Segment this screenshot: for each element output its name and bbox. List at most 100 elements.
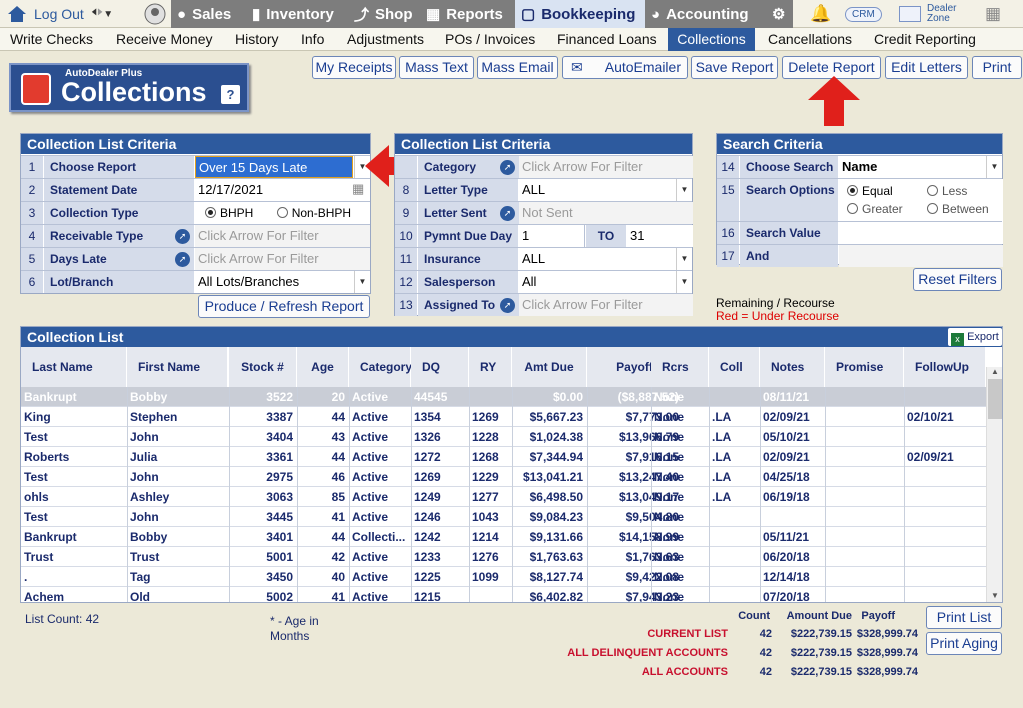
user-icon[interactable] [144,0,166,28]
table-row[interactable]: Trust Trust 5001 42 Active 1233 1276 $1,763.63 $… [21,547,986,567]
tab-inventory[interactable]: ▮ Inventory [246,0,348,28]
insurance-select[interactable]: ALL [519,248,675,270]
table-row[interactable]: . Tag 3450 40 Active 1225 1099 $8,127.74 $9,422.… [21,567,986,587]
due-day-to-input[interactable]: 31 [627,225,693,247]
category-filter[interactable]: Click Arrow For Filter [519,156,693,178]
table-row[interactable]: Roberts Julia 3361 44 Active 1272 1268 $7,344.9… [21,447,986,467]
column-header[interactable]: Category [349,347,412,387]
export-button[interactable]: x Export [948,328,1002,346]
lot-branch-select[interactable]: All Lots/Branches [195,271,353,293]
mass-text-button[interactable]: Mass Text [399,56,474,79]
greater-radio[interactable]: Greater [847,200,927,218]
tab-sales[interactable]: ● Sales [171,0,246,28]
statement-date-input[interactable]: 12/17/2021 [195,179,370,201]
scroll-up-icon[interactable]: ▲ [987,367,1002,379]
choose-search-select[interactable]: Name [839,156,985,178]
letter-sent-filter[interactable]: Not Sent [519,202,693,224]
tab-accounting[interactable]: ◕ Accounting [645,0,767,28]
edit-letters-button[interactable]: Edit Letters [885,56,968,79]
assigned-to-filter[interactable]: Click Arrow For Filter [519,294,693,316]
table-row[interactable]: Test John 3404 43 Active 1326 1228 $1,024.38 $13… [21,427,986,447]
column-header[interactable]: Notes [760,347,825,387]
chevron-down-icon[interactable]: ▼ [676,248,692,270]
table-row[interactable]: Test John 2975 46 Active 1269 1229 $13,041.21 $1… [21,467,986,487]
print-list-button[interactable]: Print List [926,606,1002,629]
column-header[interactable]: Last Name [21,347,127,387]
subnav-pos-invoices[interactable]: POs / Invoices [441,28,539,51]
salesperson-select[interactable]: All [519,271,675,293]
column-header[interactable]: FollowUp [904,347,986,387]
table-row[interactable]: Bankrupt Bobby 3401 44 Collecti... 1242 1214 $9… [21,527,986,547]
logout-link[interactable]: Log Out [6,0,84,28]
column-header[interactable]: Stock # [229,347,297,387]
subnav-info[interactable]: Info [297,28,328,51]
bhph-radio[interactable]: BHPH [205,206,253,220]
cell-divider [825,587,826,602]
column-header[interactable]: Rcrs [651,347,709,387]
receivable-type-filter[interactable]: Click Arrow For Filter [195,225,370,247]
subnav-cancellations[interactable]: Cancellations [764,28,856,51]
filter-arrow-icon[interactable]: ➚ [500,298,515,313]
subnav-receive-money[interactable]: Receive Money [112,28,217,51]
crm-button[interactable]: CRM [845,0,882,28]
choose-report-select[interactable]: Over 15 Days Late [195,156,353,178]
scroll-down-icon[interactable]: ▼ [987,591,1002,602]
my-receipts-button[interactable]: My Receipts [312,56,396,79]
collection-list-grid: Collection List x Export Last Name First … [20,326,1003,603]
scroll-thumb[interactable] [988,379,1002,419]
produce-refresh-button[interactable]: Produce / Refresh Report [198,295,370,318]
filter-arrow-icon[interactable]: ➚ [500,206,515,221]
column-header[interactable]: DQ [411,347,469,387]
days-late-filter[interactable]: Click Arrow For Filter [195,248,370,270]
dropdown-icon[interactable]: ▼ [103,9,113,20]
subnav-history[interactable]: History [231,28,283,51]
table-row[interactable]: Test John 3445 41 Active 1246 1043 $9,084.23 $9,… [21,507,986,527]
subnav-financed-loans[interactable]: Financed Loans [553,28,661,51]
bell-icon[interactable]: 🔔 [810,0,831,28]
subnav-adjustments[interactable]: Adjustments [343,28,428,51]
subnav-write-checks[interactable]: Write Checks [6,28,97,51]
calculator-icon[interactable]: ▦ [985,0,1001,28]
chevron-down-icon[interactable]: ▼ [676,271,692,293]
due-day-from-input[interactable]: 1 [519,225,585,247]
tab-reports[interactable]: ▦ Reports [420,0,515,28]
dealer-zone-button[interactable]: Dealer Zone [899,0,967,28]
non-bhph-radio[interactable]: Non-BHPH [276,206,351,220]
filter-arrow-icon[interactable]: ➚ [175,252,190,267]
grid-scrollbar[interactable]: ▲ ▼ [986,367,1002,602]
autoemailer-button[interactable]: ✉ AutoEmailer [562,56,688,79]
chevron-down-icon[interactable]: ▼ [354,271,370,293]
column-header[interactable]: Promise [825,347,904,387]
table-row[interactable]: Bankrupt Bobby 3522 20 Active 44545 $0.00 ($8,8… [21,387,986,407]
column-header[interactable]: Coll [709,347,760,387]
table-row[interactable]: King Stephen 3387 44 Active 1354 1269 $5,667.23… [21,407,986,427]
print-aging-button[interactable]: Print Aging [926,632,1002,655]
reset-filters-button[interactable]: Reset Filters [913,268,1002,291]
column-header[interactable]: First Name [127,347,228,387]
letter-type-select[interactable]: ALL [519,179,675,201]
column-header[interactable]: Amt Due [512,347,587,387]
filter-arrow-icon[interactable]: ➚ [500,160,515,175]
chevron-down-icon[interactable]: ▼ [986,156,1002,178]
filter-arrow-icon[interactable]: ➚ [175,229,190,244]
column-header[interactable]: Age [297,347,349,387]
chevron-down-icon[interactable]: ▼ [676,179,692,201]
between-radio[interactable]: Between [927,202,989,216]
equal-radio[interactable]: Equal [847,182,927,200]
less-radio[interactable]: Less [927,184,967,198]
tab-shop[interactable]: ⤴ Shop [348,0,420,28]
nav-history-controls[interactable]: 🢐 🢒 ▼ [91,0,113,28]
table-row[interactable]: Achem Old 5002 41 Active 1215 $6,402.82 $7,943.… [21,587,986,602]
mass-email-button[interactable]: Mass Email [477,56,558,79]
search-value-input[interactable] [839,222,1003,244]
column-header[interactable]: RY [469,347,512,387]
table-row[interactable]: ohls Ashley 3063 85 Active 1249 1277 $6,498.50 $… [21,487,986,507]
settings-gear-icon[interactable]: ⚙ [767,0,793,28]
print-button[interactable]: Print [972,56,1022,79]
subnav-collections[interactable]: Collections [668,28,755,51]
subnav-credit-reporting[interactable]: Credit Reporting [870,28,980,51]
save-report-button[interactable]: Save Report [691,56,778,79]
and-value-input[interactable] [839,245,1003,267]
tab-bookkeeping[interactable]: ▢ Bookkeeping [515,0,645,28]
help-icon[interactable]: ? [221,85,240,104]
